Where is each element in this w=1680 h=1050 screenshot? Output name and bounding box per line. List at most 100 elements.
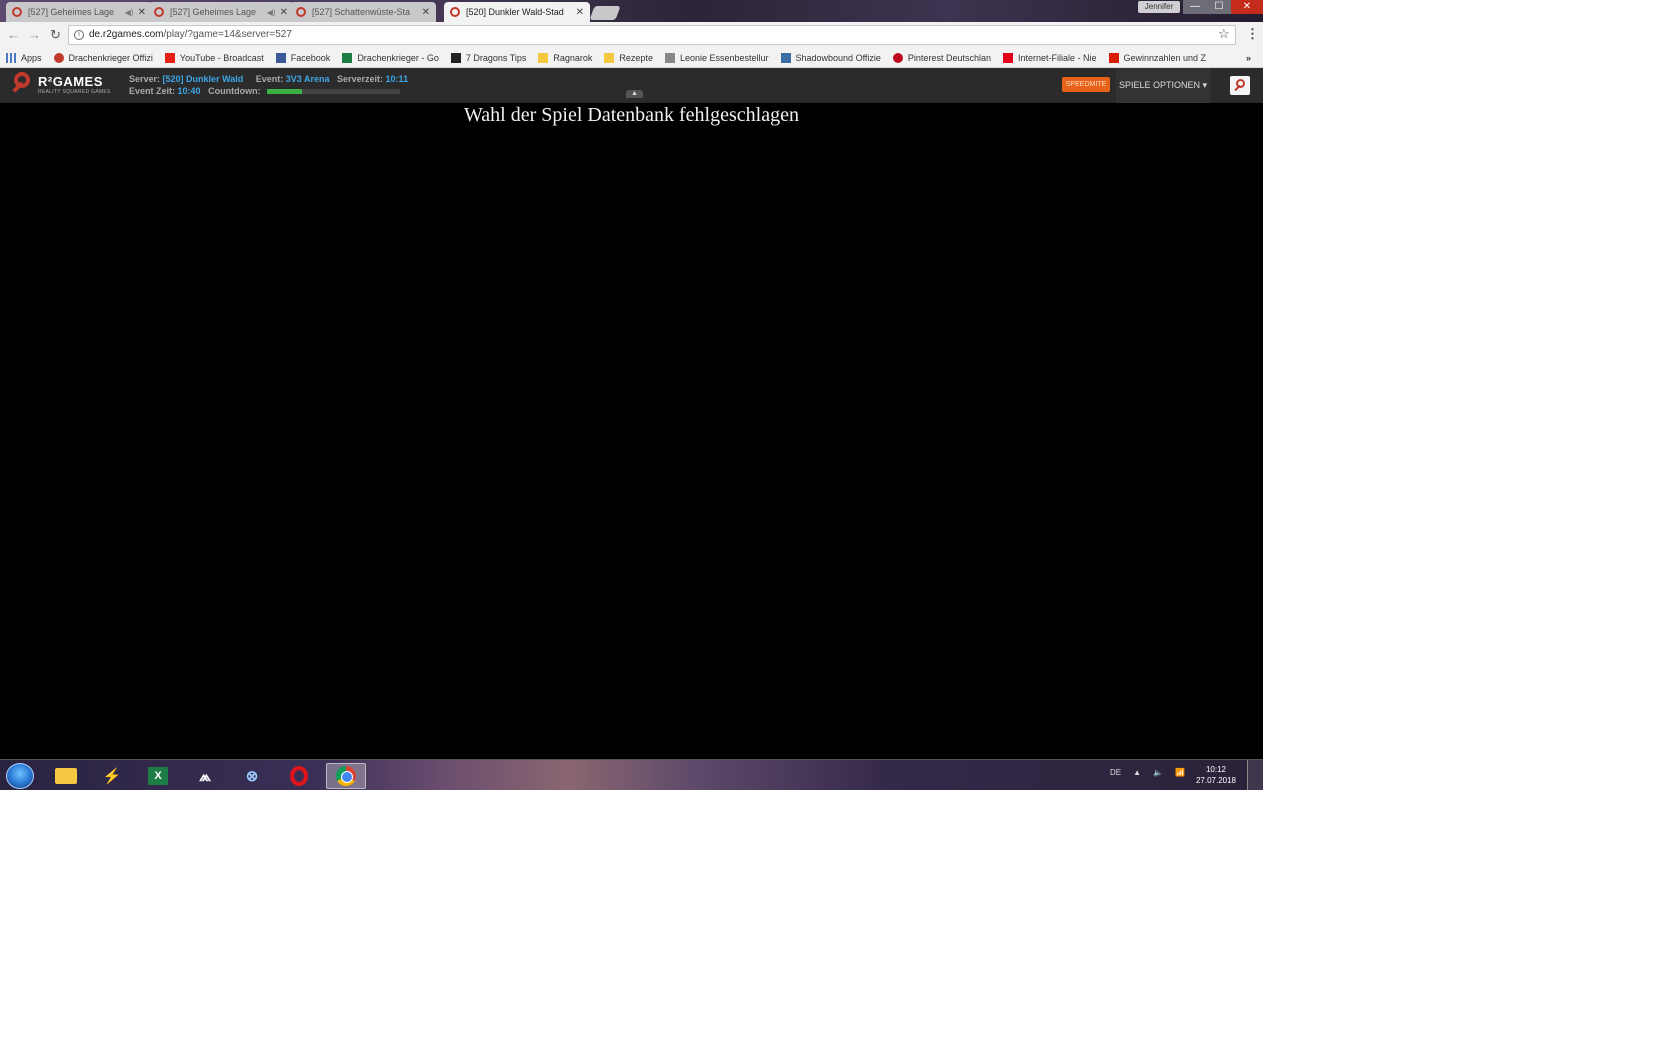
menu-icon[interactable]: ⋮: [1246, 26, 1259, 42]
bookmark-item[interactable]: YouTube - Broadcast: [164, 52, 264, 63]
dragon-icon: [450, 52, 461, 63]
info-icon[interactable]: i: [74, 30, 84, 40]
bookmark-label: Facebook: [290, 52, 331, 63]
speaker-icon[interactable]: ◀): [125, 8, 134, 17]
close-tab-icon[interactable]: ✕: [138, 7, 146, 18]
arc-launcher-icon[interactable]: ⩕: [185, 763, 225, 789]
close-tab-icon[interactable]: ✕: [280, 7, 288, 18]
show-desktop-button[interactable]: [1247, 760, 1263, 790]
bookmark-label: Apps: [21, 52, 42, 63]
tab-title: [527] Geheimes Lage: [28, 7, 115, 17]
game-options-button[interactable]: SPIELE OPTIONEN ▾: [1116, 68, 1210, 103]
bookmark-item[interactable]: Rezepte: [604, 52, 653, 63]
bookmarks-bar: Apps Drachenkrieger Offizi YouTube - Broad…: [0, 48, 1263, 68]
r2-logo-icon: [53, 52, 64, 63]
volume-icon[interactable]: 🔈: [1153, 768, 1163, 777]
opera-icon[interactable]: [279, 763, 319, 789]
winrar-icon[interactable]: ⚡: [92, 763, 132, 789]
event-time-value: 10:40: [177, 86, 201, 96]
profile-button[interactable]: Jennifer: [1138, 1, 1180, 13]
show-hidden-icons-icon[interactable]: ▲: [1133, 768, 1141, 777]
excel-icon[interactable]: X: [138, 763, 178, 789]
bookmark-item[interactable]: Drachenkrieger - Go: [342, 52, 439, 63]
tab-title: [527] Geheimes Lage: [170, 7, 257, 17]
error-message: Wahl der Spiel Datenbank fehlgeschlagen: [464, 104, 799, 126]
bookmark-label: Drachenkrieger - Go: [357, 52, 439, 63]
collapse-header-button[interactable]: ▲: [626, 90, 643, 98]
bookmark-item[interactable]: Leonie Essenbestellur: [664, 52, 769, 63]
network-signal-icon[interactable]: 📶: [1175, 768, 1185, 777]
bookmark-item[interactable]: Shadowbound Offizie: [780, 52, 881, 63]
bookmark-item[interactable]: Internet-Filiale - Nie: [1002, 52, 1097, 63]
countdown-progress-fill: [267, 89, 302, 95]
close-window-button[interactable]: ✕: [1231, 0, 1263, 14]
maximize-button[interactable]: ☐: [1207, 0, 1231, 14]
countdown-progress-bar: [267, 89, 401, 95]
r2games-favicon-icon: [12, 7, 22, 17]
game-canvas[interactable]: Wahl der Spiel Datenbank fehlgeschlagen: [0, 103, 1263, 759]
event-label: Event:: [255, 74, 284, 84]
bookmark-item[interactable]: Apps: [6, 52, 42, 63]
minimize-button[interactable]: —: [1183, 0, 1207, 14]
address-bar[interactable]: i de.r2games.com/play/?game=14&server=52…: [68, 25, 1236, 45]
browser-tab-active[interactable]: [520] Dunkler Wald-Stad ✕: [444, 2, 590, 22]
bookmark-item[interactable]: Ragnarok: [538, 52, 592, 63]
bookmark-item[interactable]: Gewinnzahlen und Z: [1108, 52, 1206, 63]
close-tab-icon[interactable]: ✕: [422, 7, 430, 18]
url-path: /play/?game=14&server=527: [163, 29, 292, 40]
explorer-icon[interactable]: [46, 763, 86, 789]
bookmark-item[interactable]: Pinterest Deutschlan: [892, 52, 991, 63]
close-tab-icon[interactable]: ✕: [576, 7, 584, 18]
tab-strip: [527] Geheimes Lage ◀) ✕ [527] Geheimes …: [0, 0, 1263, 22]
network-app-icon[interactable]: ⊗: [232, 763, 272, 789]
logo-subtitle: REALITY SQUARED GAMES: [38, 88, 111, 95]
r2games-favicon-icon: [154, 7, 164, 17]
browser-tab[interactable]: [527] Schattenwüste-Sta ✕: [290, 2, 436, 22]
r2games-favicon-icon: [296, 7, 306, 17]
folder-icon: [604, 52, 615, 63]
clock-date: 27.07.2018: [1195, 776, 1237, 785]
server-time-value: 10:11: [385, 74, 409, 84]
sheet-icon: [342, 52, 353, 63]
bookmark-label: Leonie Essenbestellur: [679, 52, 769, 63]
r2-menu-button[interactable]: [1230, 76, 1250, 95]
new-tab-button[interactable]: [589, 6, 621, 20]
game-header: R²GAMES REALITY SQUARED GAMES Server: [5…: [0, 68, 1263, 103]
lotto-icon: [1108, 52, 1119, 63]
tab-title: [527] Schattenwüste-Sta: [312, 7, 411, 17]
clock-time: 10:12: [1205, 765, 1227, 774]
back-arrow-icon[interactable]: ←: [7, 27, 20, 42]
browser-toolbar: ← → ↻ i de.r2games.com/play/?game=14&ser…: [0, 22, 1263, 48]
start-button[interactable]: [6, 763, 34, 789]
youtube-icon: [164, 52, 175, 63]
page-icon: [664, 52, 675, 63]
screen: [527] Geheimes Lage ◀) ✕ [527] Geheimes …: [0, 0, 1263, 790]
pinterest-icon: [892, 52, 903, 63]
reload-icon[interactable]: ↻: [50, 27, 61, 43]
event-info-row: Event Zeit: 10:40 Countdown:: [129, 86, 401, 96]
windows-taskbar: ⚡ X ⩕ ⊗ DE ▲ 🔈 📶 10:12 27.07.2018: [0, 759, 1263, 790]
browser-tab[interactable]: [527] Geheimes Lage ◀) ✕: [148, 2, 294, 22]
bookmark-item[interactable]: 7 Dragons Tips: [450, 52, 527, 63]
bookmark-label: Rezepte: [619, 52, 653, 63]
event-value: 3V3 Arena: [285, 74, 330, 84]
bookmark-label: Shadowbound Offizie: [795, 52, 881, 63]
bookmarks-overflow-button[interactable]: »: [1246, 53, 1251, 63]
bookmark-label: 7 Dragons Tips: [465, 52, 527, 63]
browser-tab[interactable]: [527] Geheimes Lage ◀) ✕: [6, 2, 152, 22]
clock[interactable]: 10:12 27.07.2018: [1190, 764, 1242, 786]
speed-button[interactable]: SPEEDMITE: [1062, 77, 1110, 92]
forward-arrow-icon[interactable]: →: [28, 27, 41, 42]
speaker-icon[interactable]: ◀): [267, 8, 276, 17]
bookmark-item[interactable]: Drachenkrieger Offizi: [53, 52, 153, 63]
server-value: [520] Dunkler Wald: [162, 74, 244, 84]
language-indicator[interactable]: DE: [1110, 768, 1121, 777]
bookmark-label: Internet-Filiale - Nie: [1017, 52, 1097, 63]
system-tray: DE ▲ 🔈 📶: [1110, 768, 1185, 777]
chrome-icon[interactable]: [326, 763, 366, 789]
r2games-favicon-icon: [450, 7, 460, 17]
bookmark-star-icon[interactable]: ☆: [1218, 26, 1230, 42]
url-host: de.r2games.com: [89, 29, 164, 40]
r2games-logo[interactable]: R²GAMES REALITY SQUARED GAMES: [12, 72, 111, 96]
bookmark-item[interactable]: Facebook: [275, 52, 331, 63]
